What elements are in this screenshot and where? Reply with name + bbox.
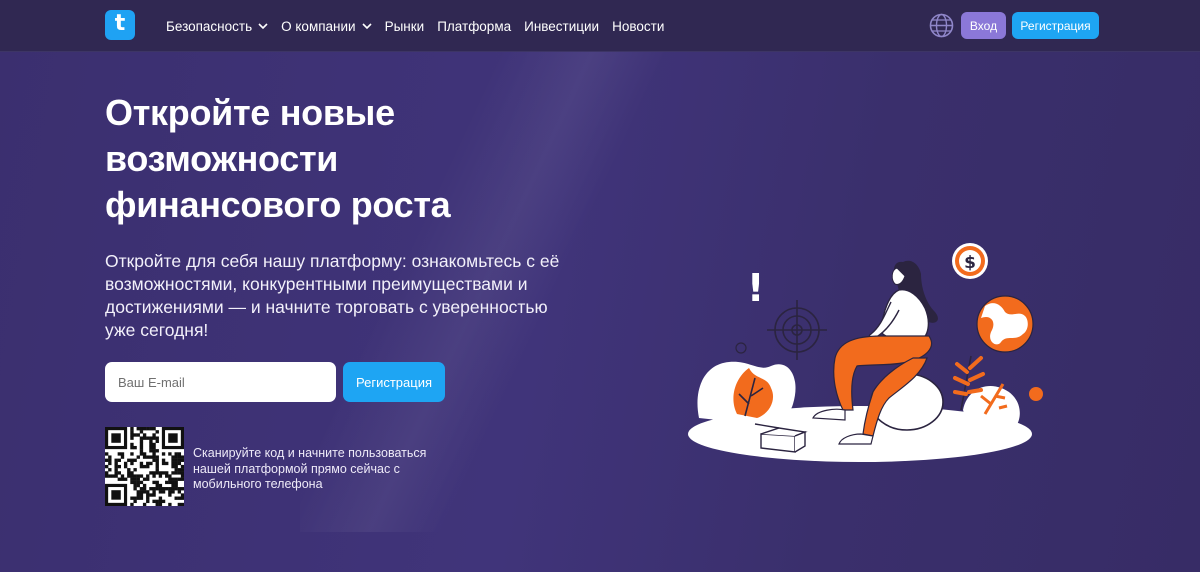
- nav-item-about[interactable]: О компании: [281, 18, 372, 34]
- logo[interactable]: t: [105, 10, 135, 40]
- main-nav: Безопасность О компании Рынки Платформа …: [166, 0, 677, 52]
- nav-item-security[interactable]: Безопасность: [166, 19, 268, 34]
- coin-symbol: $: [964, 253, 976, 273]
- nav-item-label: Рынки: [384, 18, 425, 34]
- globe-icon[interactable]: [929, 13, 954, 38]
- nav-item-label: Безопасность: [166, 18, 253, 34]
- exclamation-mark: !: [747, 266, 764, 310]
- qr-code: [105, 427, 185, 507]
- nav-item-investments[interactable]: Инвестиции: [524, 19, 599, 34]
- hero-illustration: ! $: [685, 238, 1045, 468]
- email-input[interactable]: [105, 362, 336, 402]
- hero-subtitle: Откройте для себя нашу платформу: ознако…: [105, 251, 560, 340]
- nav-item-markets[interactable]: Рынки: [385, 19, 425, 34]
- chevron-down-icon: [362, 22, 372, 30]
- nav-item-platform[interactable]: Платформа: [437, 19, 511, 34]
- chevron-down-icon: [258, 22, 268, 30]
- nav-item-label: Платформа: [437, 18, 512, 34]
- hero-title: Откройте новые возможности финансового р…: [105, 92, 451, 225]
- top-navigation-bar: t Безопасность О компании Рынки Платформ…: [0, 0, 1200, 52]
- nav-item-label: О компании: [281, 18, 356, 34]
- login-button[interactable]: Вход: [961, 12, 1006, 39]
- register-button-hero[interactable]: Регистрация: [343, 362, 445, 402]
- nav-item-label: Инвестиции: [524, 18, 600, 34]
- nav-item-label: Новости: [612, 18, 665, 34]
- logo-letter: t: [114, 11, 126, 36]
- nav-item-news[interactable]: Новости: [612, 19, 664, 34]
- qr-description: Сканируйте код и начните пользоваться на…: [193, 446, 427, 491]
- register-button-header[interactable]: Регистрация: [1012, 12, 1099, 39]
